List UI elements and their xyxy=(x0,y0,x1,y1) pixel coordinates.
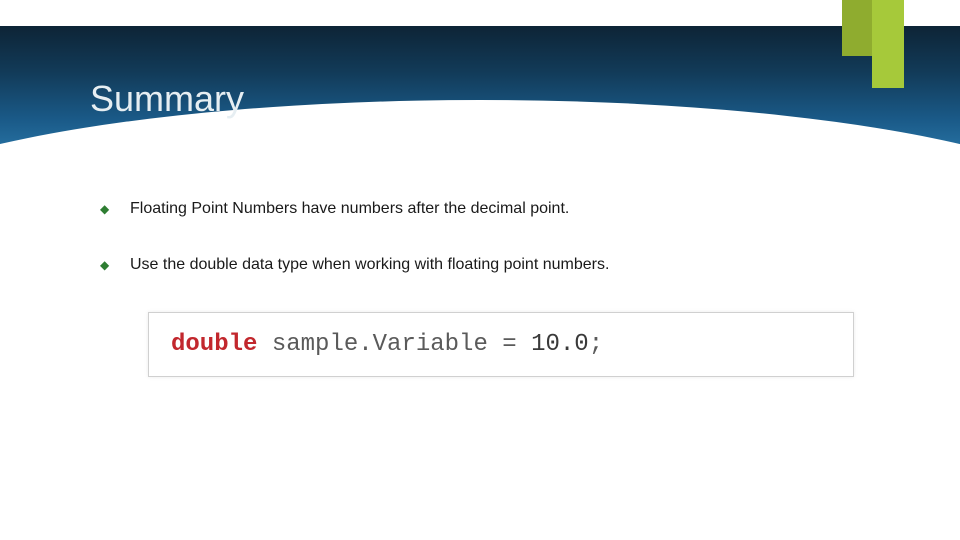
diamond-bullet-icon: ◆ xyxy=(100,260,110,270)
slide-title: Summary xyxy=(90,78,244,120)
bullet-item: ◆ Use the double data type when working … xyxy=(100,256,900,274)
bullet-text: Floating Point Numbers have numbers afte… xyxy=(130,200,569,218)
code-value: 10.0 xyxy=(531,331,589,358)
code-equals: = xyxy=(488,331,531,358)
accent-bar-light xyxy=(872,0,904,88)
bullet-text: Use the double data type when working wi… xyxy=(130,256,609,274)
bullet-item: ◆ Floating Point Numbers have numbers af… xyxy=(100,200,900,218)
diamond-bullet-icon: ◆ xyxy=(100,204,110,214)
code-identifier: sample.Variable xyxy=(272,331,488,358)
code-keyword: double xyxy=(171,331,257,358)
accent-bar-dark xyxy=(842,0,872,56)
content-area: ◆ Floating Point Numbers have numbers af… xyxy=(100,200,900,377)
code-terminator: ; xyxy=(589,331,603,358)
code-example-box: double sample.Variable = 10.0; xyxy=(148,312,854,377)
slide: Summary ◆ Floating Point Numbers have nu… xyxy=(0,0,960,540)
